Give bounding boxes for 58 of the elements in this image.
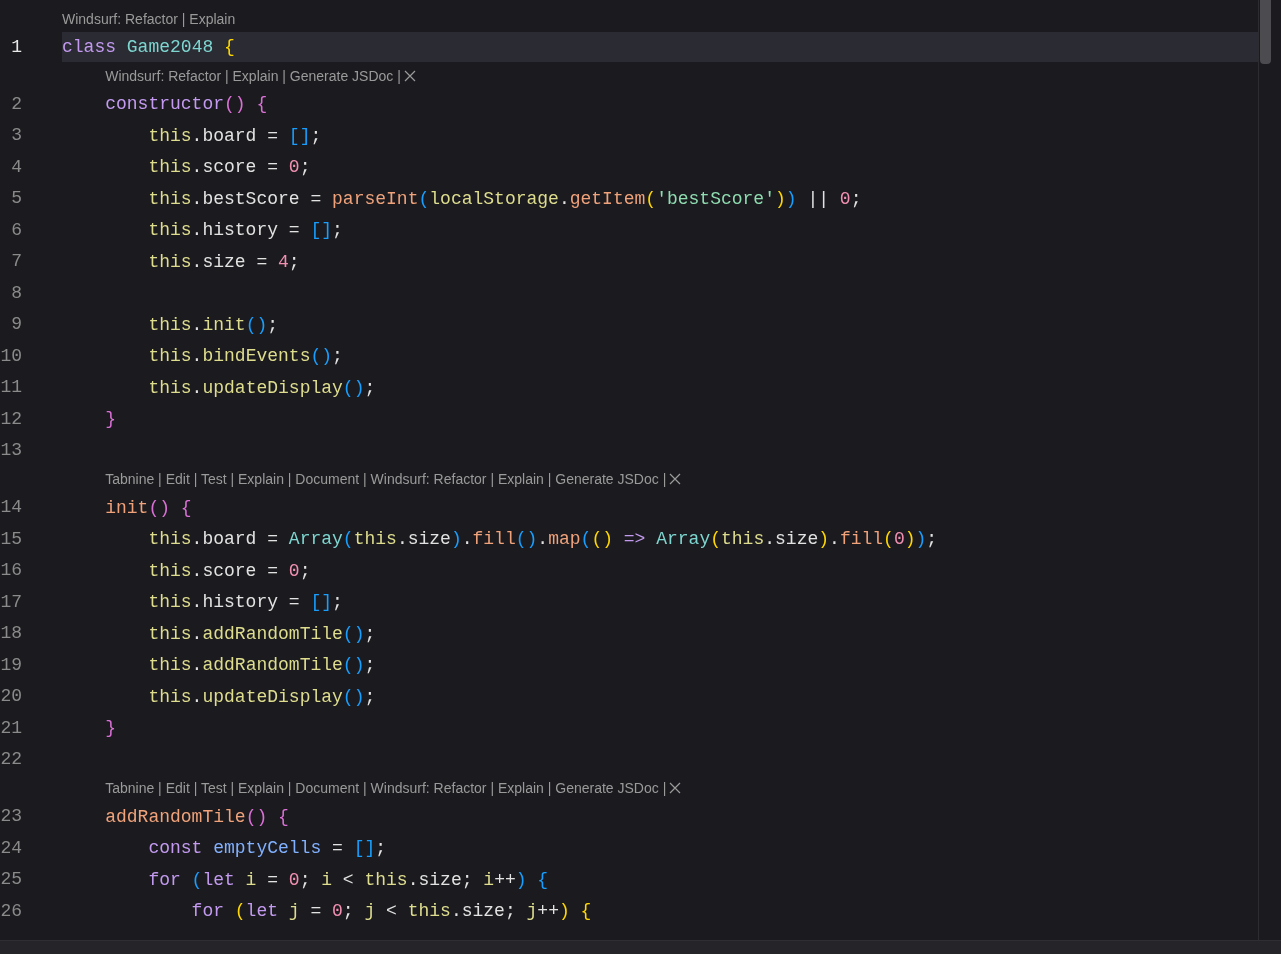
close-icon[interactable] <box>669 473 682 486</box>
line-number: 23 <box>0 805 22 829</box>
line-number: 3 <box>10 124 22 148</box>
line-number: 24 <box>0 836 22 860</box>
code-line: this.init(); <box>148 315 279 334</box>
code-line: constructor() { <box>105 95 268 114</box>
line-number: 25 <box>0 868 22 892</box>
line-number: 12 <box>0 407 22 431</box>
line-number: 13 <box>0 439 22 463</box>
scrollbar-thumb[interactable] <box>1260 0 1271 64</box>
line-number: 19 <box>0 653 22 677</box>
code-line: this.board = Array(this.size).fill().map(() => Array(this.size).fill(0)); <box>148 530 938 549</box>
code-line: const emptyCells = []; <box>148 839 387 858</box>
close-icon[interactable] <box>669 782 682 795</box>
code-line: } <box>105 410 116 429</box>
code-line: this.score = 0; <box>148 158 311 177</box>
codelens-actions[interactable]: Windsurf: Refactor | Explain <box>62 11 236 26</box>
codelens-actions[interactable]: Tabnine | Edit | Test | Explain | Document | Windsurf: Refactor | Explain | Generate JSDoc | <box>105 781 667 796</box>
line-number: 9 <box>10 313 22 337</box>
code-line: for (let j = 0; j < this.size; j++) { <box>191 902 592 921</box>
line-number: 22 <box>0 748 22 772</box>
line-number: 11 <box>0 376 22 400</box>
codelens-actions[interactable]: Windsurf: Refactor | Explain | Generate JSDoc | <box>105 68 401 83</box>
line-number: 10 <box>0 344 22 368</box>
line-number: 14 <box>0 496 22 520</box>
line-number: 4 <box>10 155 22 179</box>
code-line: this.board = []; <box>148 126 322 145</box>
code-line: this.size = 4; <box>148 252 300 271</box>
line-number: 21 <box>0 716 22 740</box>
code-line: this.history = []; <box>148 221 343 240</box>
line-number: 20 <box>0 685 22 709</box>
line-number: 26 <box>0 899 22 923</box>
vertical-scrollbar[interactable] <box>1258 0 1271 940</box>
code-line: this.score = 0; <box>148 561 311 580</box>
line-number: 8 <box>10 281 22 305</box>
code-line: this.updateDisplay(); <box>148 378 376 397</box>
line-number: 18 <box>0 622 22 646</box>
line-number: 7 <box>10 250 22 274</box>
close-icon[interactable] <box>403 69 416 82</box>
line-number: 2 <box>10 92 22 116</box>
line-number: 17 <box>0 590 22 614</box>
line-number: 15 <box>0 527 22 551</box>
line-number: 5 <box>10 187 22 211</box>
code-line: for (let i = 0; i < this.size; i++) { <box>148 870 549 889</box>
code-line: this.bindEvents(); <box>148 347 343 366</box>
code-line: this.history = []; <box>148 593 343 612</box>
code-line: this.addRandomTile(); <box>148 656 376 675</box>
line-number: 6 <box>10 218 22 242</box>
code-line: this.addRandomTile(); <box>148 624 376 643</box>
code-line: class Game2048 { <box>62 38 235 57</box>
code-line: this.bestScore = parseInt(localStorage.getItem('bestScore')) || 0; <box>148 189 862 208</box>
line-number: 1 <box>10 35 22 59</box>
code-line: init() { <box>105 498 192 517</box>
code-line: } <box>105 719 116 738</box>
line-number: 16 <box>0 559 22 583</box>
codelens-actions[interactable]: Tabnine | Edit | Test | Explain | Document | Windsurf: Refactor | Explain | Generate JSDoc | <box>105 472 667 487</box>
code-line: this.updateDisplay(); <box>148 687 376 706</box>
code-line: addRandomTile() { <box>105 807 289 826</box>
